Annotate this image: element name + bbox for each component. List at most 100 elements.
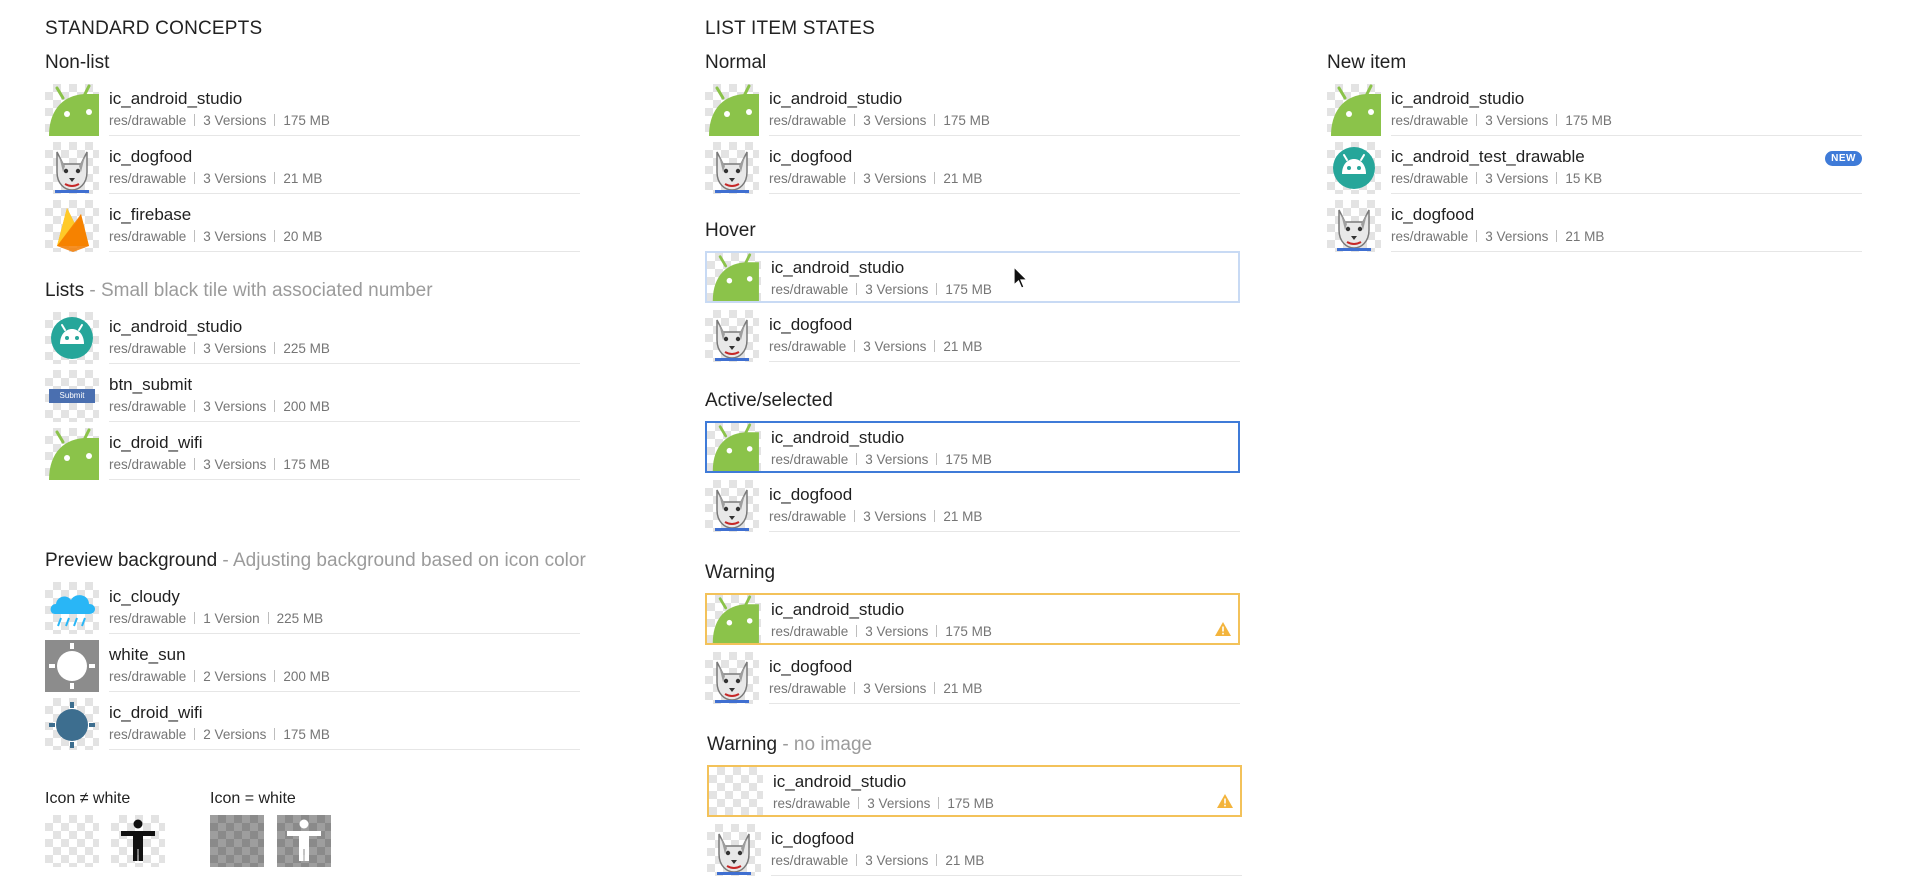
item-meta: res/drawable 2 Versions 200 MB (109, 669, 330, 684)
dogfood-icon (705, 480, 759, 532)
list-item[interactable]: ic_droid_wifi res/drawable 2 Versions 175 … (45, 698, 580, 750)
icon-white-label: Icon = white (210, 790, 296, 807)
item-name: btn_submit (109, 375, 193, 394)
firebase-icon (45, 200, 99, 252)
item-meta: res/drawable 3 Versions 175 MB (771, 452, 992, 467)
list-item[interactable]: ic_dogfood res/drawable 3 Versions 21 MB (45, 142, 580, 194)
item-meta: res/drawable 3 Versions 21 MB (109, 171, 323, 186)
item-name: ic_android_studio (769, 89, 903, 108)
dogfood-icon (705, 142, 759, 194)
item-name: ic_android_studio (771, 258, 905, 277)
android-badge-icon (1327, 142, 1381, 194)
cloudy-icon (45, 582, 99, 634)
icon-not-white-label: Icon ≠ white (45, 790, 131, 807)
item-name: ic_dogfood (1391, 205, 1475, 224)
list-item[interactable]: ic_dogfood res/drawable 3 Versions 21 MB (705, 310, 1240, 362)
droid-wifi-icon (45, 698, 99, 750)
list-item[interactable]: ic_android_studio res/drawable 3 Versions… (705, 84, 1240, 136)
item-meta: res/drawable 3 Versions 21 MB (1391, 229, 1605, 244)
android-icon (1327, 84, 1381, 136)
normal-heading: Normal (705, 52, 767, 73)
list-item[interactable]: ic_dogfood res/drawable 3 Versions 21 MB (707, 824, 1242, 876)
item-name: ic_android_test_drawable (1391, 147, 1585, 166)
list-item[interactable]: ic_dogfood res/drawable 3 Versions 21 MB (705, 480, 1240, 532)
item-meta: res/drawable 3 Versions 15 KB (1391, 171, 1603, 186)
preview-background-heading: Preview background - Adjusting backgroun… (45, 550, 586, 571)
mouse-cursor-icon (1013, 266, 1029, 289)
android-icon (45, 428, 99, 480)
android-icon (707, 253, 761, 301)
item-name: ic_android_studio (1391, 89, 1525, 108)
non-list-heading: Non-list (45, 52, 110, 73)
new-item-heading: New item (1327, 52, 1407, 73)
item-meta: res/drawable 3 Versions 200 MB (109, 399, 330, 414)
item-meta: res/drawable 3 Versions 175 MB (771, 282, 992, 297)
item-name: ic_firebase (109, 205, 192, 224)
item-name: ic_android_studio (109, 317, 243, 336)
dogfood-icon (705, 652, 759, 704)
item-name: ic_dogfood (769, 315, 853, 334)
standard-concepts-title: STANDARD CONCEPTS (45, 18, 263, 39)
accessibility-icon (277, 815, 331, 867)
item-meta: res/drawable 3 Versions 21 MB (769, 509, 983, 524)
item-meta: res/drawable 1 Version 225 MB (109, 611, 324, 626)
new-badge: NEW (1825, 151, 1862, 166)
warning-icon (1216, 793, 1234, 809)
list-item[interactable]: ic_android_studio res/drawable 3 Versions… (45, 84, 580, 136)
item-name: ic_android_studio (771, 428, 905, 447)
item-name: ic_dogfood (771, 829, 855, 848)
item-meta: res/drawable 3 Versions 225 MB (109, 341, 330, 356)
list-item[interactable]: ic_android_studio res/drawable 3 Versions… (45, 312, 580, 364)
list-item[interactable]: white_sun res/drawable 2 Versions 200 MB (45, 640, 580, 692)
item-meta: res/drawable 3 Versions 175 MB (109, 457, 330, 472)
list-item[interactable]: ic_dogfood res/drawable 3 Versions 21 MB (705, 142, 1240, 194)
item-name: ic_dogfood (769, 485, 853, 504)
item-meta: res/drawable 3 Versions 175 MB (769, 113, 990, 128)
warning-icon (1214, 621, 1232, 637)
android-icon (707, 423, 761, 471)
empty-dark-swatch (210, 815, 264, 867)
item-meta: res/drawable 3 Versions 21 MB (769, 681, 983, 696)
item-name: ic_dogfood (769, 657, 853, 676)
item-meta: res/drawable 3 Versions 175 MB (771, 624, 992, 639)
list-item-new[interactable]: ic_android_test_drawable res/drawable 3 V… (1327, 142, 1862, 194)
warning-heading: Warning (705, 562, 776, 583)
list-item[interactable]: ic_droid_wifi res/drawable 3 Versions 175 … (45, 428, 580, 480)
list-item-hovered[interactable]: ic_android_studio res/drawable 3 Versions… (705, 251, 1240, 303)
warning-no-image-heading: Warning - no image (707, 734, 873, 755)
list-item-states-title: LIST ITEM STATES (705, 18, 876, 39)
hover-heading: Hover (705, 220, 756, 241)
submit-button-thumbnail: Submit (45, 370, 99, 422)
list-item-warning-no-image[interactable]: ic_android_studio res/drawable 3 Versions… (707, 765, 1242, 817)
item-name: ic_android_studio (773, 772, 907, 791)
item-name: ic_dogfood (769, 147, 853, 166)
empty-thumbnail (709, 767, 763, 815)
item-name: white_sun (109, 645, 186, 664)
item-meta: res/drawable 3 Versions 21 MB (771, 853, 985, 868)
list-item[interactable]: ic_dogfood res/drawable 3 Versions 21 MB (1327, 200, 1862, 252)
item-meta: res/drawable 3 Versions 21 MB (769, 171, 983, 186)
list-item[interactable]: ic_cloudy res/drawable 1 Version 225 MB (45, 582, 580, 634)
list-item-selected[interactable]: ic_android_studio res/drawable 3 Versions… (705, 421, 1240, 473)
list-item[interactable]: ic_dogfood res/drawable 3 Versions 21 MB (705, 652, 1240, 704)
dogfood-icon (707, 824, 761, 876)
lists-heading: Lists - Small black tile with associated… (45, 280, 433, 301)
item-meta: res/drawable 3 Versions 21 MB (769, 339, 983, 354)
list-item[interactable]: Submit btn_submit res/drawable 3 Versions… (45, 370, 580, 422)
list-item[interactable]: ic_firebase res/drawable 3 Versions 20 MB (45, 200, 580, 252)
item-meta: res/drawable 3 Versions 175 MB (773, 796, 994, 811)
item-meta: res/drawable 3 Versions 175 MB (1391, 113, 1612, 128)
dogfood-icon (45, 142, 99, 194)
white-sun-icon (45, 640, 99, 692)
item-meta: res/drawable 3 Versions 175 MB (109, 113, 330, 128)
list-item[interactable]: ic_android_studio res/drawable 3 Versions… (1327, 84, 1862, 136)
list-item-warning[interactable]: ic_android_studio res/drawable 3 Versions… (705, 593, 1240, 645)
item-name: ic_dogfood (109, 147, 193, 166)
item-meta: res/drawable 2 Versions 175 MB (109, 727, 330, 742)
item-name: ic_android_studio (771, 600, 905, 619)
dogfood-icon (1327, 200, 1381, 252)
accessibility-icon (111, 815, 165, 867)
item-name: ic_cloudy (109, 587, 180, 606)
item-name: ic_droid_wifi (109, 703, 203, 722)
android-icon (45, 84, 99, 136)
